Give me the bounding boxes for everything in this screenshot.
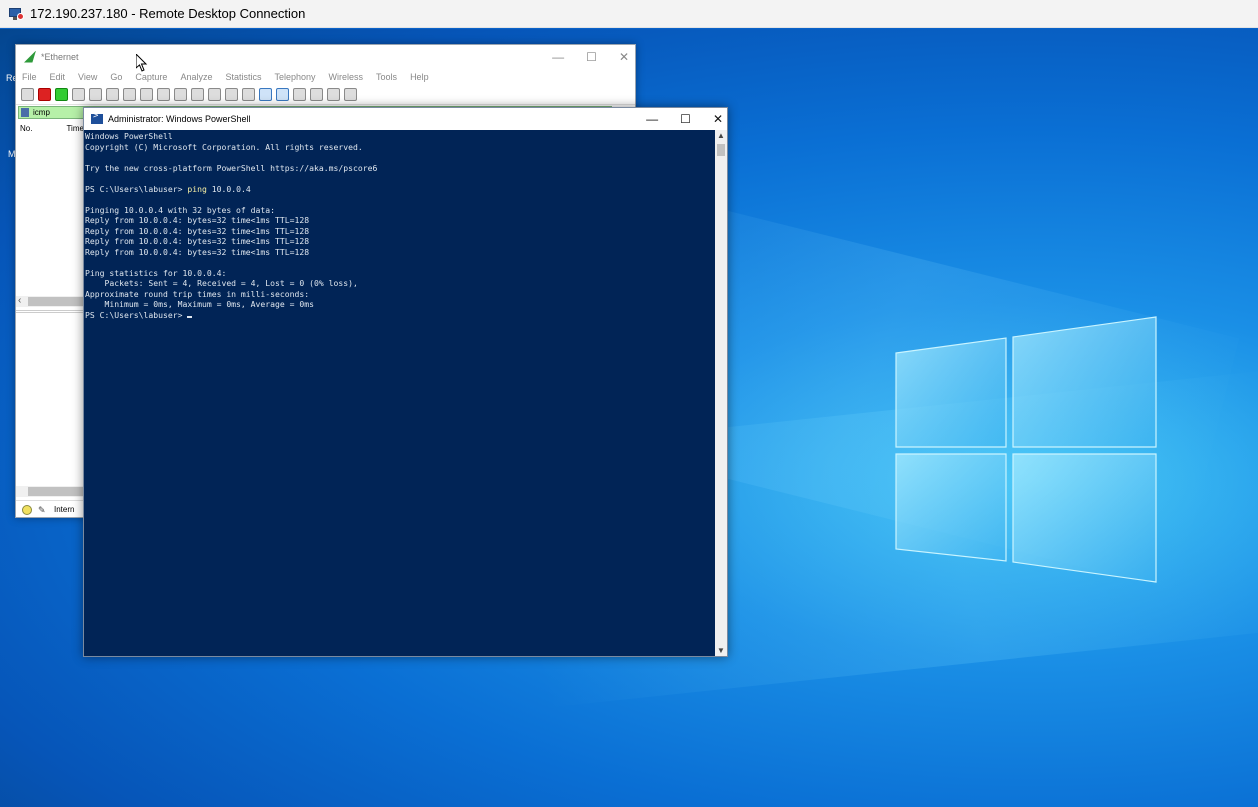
console-line: Reply from 10.0.0.4: bytes=32 time<1ms T… [85,236,310,246]
wireshark-fin-icon [24,50,36,63]
open-file-icon[interactable] [89,88,102,101]
console-line: Minimum = 0ms, Maximum = 0ms, Average = … [85,299,315,309]
first-packet-icon[interactable] [225,88,238,101]
find-packet-icon[interactable] [157,88,170,101]
scrollbar-thumb[interactable] [28,487,84,496]
console-command: ping [187,183,207,194]
console-command-arg: 10.0.0.4 [206,183,251,194]
capture-options-icon[interactable] [72,88,85,101]
console-line: Reply from 10.0.0.4: bytes=32 time<1ms T… [85,225,310,236]
console-line: Try the new cross-platform PowerShell ht… [85,162,378,173]
go-back-icon[interactable] [174,88,187,101]
maximize-button[interactable]: ☐ [586,50,597,64]
capture-comment-icon[interactable]: ✎ [38,505,48,515]
packet-list-scrollbar[interactable]: ‹ [16,295,84,307]
wireshark-title-bar[interactable]: *Ethernet — ☐ ✕ [16,45,635,68]
close-button[interactable]: ✕ [713,112,723,126]
scroll-down-icon[interactable]: ▼ [717,646,725,655]
scrollbar-thumb[interactable] [717,144,725,156]
start-capture-icon[interactable] [21,88,34,101]
status-interface-text: Intern [54,505,75,514]
menu-file[interactable]: File [22,72,37,82]
logo-pane [1012,316,1157,448]
resize-columns-icon[interactable] [344,88,357,101]
menu-edit[interactable]: Edit [50,72,66,82]
column-no[interactable]: No. [20,124,32,136]
menu-statistics[interactable]: Statistics [225,72,261,82]
pane-splitter[interactable] [16,310,84,313]
column-time[interactable]: Time [66,124,83,136]
wireshark-status-bar: ✎ Intern [16,500,84,518]
console-line: Windows PowerShell [85,131,173,141]
close-button[interactable]: ✕ [619,50,629,64]
windows-logo-wallpaper [895,316,1157,583]
logo-pane [895,337,1007,448]
logo-pane [1012,453,1157,583]
minimize-button[interactable]: — [552,50,564,64]
scroll-left-icon[interactable]: ‹ [18,295,21,306]
save-file-icon[interactable] [106,88,119,101]
console-line: Packets: Sent = 4, Received = 4, Lost = … [85,278,358,288]
powershell-window[interactable]: Administrator: Windows PowerShell — ☐ ✕ … [83,107,728,657]
mouse-pointer-icon [136,54,148,72]
zoom-out-icon[interactable] [310,88,323,101]
console-prompt: PS C:\Users\labuser> [85,309,188,320]
console-line: Copyright (C) Microsoft Corporation. All… [85,141,363,152]
console-line: Reply from 10.0.0.4: bytes=32 time<1ms T… [85,215,310,225]
packet-list-header: No. Time [18,124,84,136]
menu-tools[interactable]: Tools [376,72,397,82]
rdp-window-title: 172.190.237.180 - Remote Desktop Connect… [30,6,306,21]
go-forward-icon[interactable] [191,88,204,101]
menu-capture[interactable]: Capture [135,72,167,82]
maximize-button[interactable]: ☐ [680,112,691,126]
console-scrollbar[interactable]: ▲ ▼ [715,130,727,656]
powershell-icon [91,111,103,124]
zoom-in-icon[interactable] [293,88,306,101]
reload-file-icon[interactable] [140,88,153,101]
stop-capture-icon[interactable] [38,88,51,101]
wireshark-window-title: *Ethernet [41,51,79,62]
console-line: Approximate round trip times in milli-se… [85,288,310,299]
powershell-window-title: Administrator: Windows PowerShell [108,114,251,124]
close-file-icon[interactable] [123,88,136,101]
display-filter-value: icmp [33,108,50,117]
menu-telephony[interactable]: Telephony [274,72,315,82]
console-line: Ping statistics for 10.0.0.4: [85,267,227,278]
console-prompt: PS C:\Users\labuser> [85,183,188,194]
scroll-up-icon[interactable]: ▲ [717,131,725,140]
powershell-title-bar[interactable]: Administrator: Windows PowerShell — ☐ ✕ [84,108,727,130]
restart-capture-icon[interactable] [55,88,68,101]
go-to-packet-icon[interactable] [208,88,221,101]
autoscroll-icon[interactable] [259,88,272,101]
expert-info-icon[interactable] [22,504,32,515]
bookmark-icon[interactable] [21,108,29,117]
logo-pane [895,453,1007,562]
scrollbar-thumb[interactable] [28,297,84,306]
console-line: Reply from 10.0.0.4: bytes=32 time<1ms T… [85,246,310,257]
menu-analyze[interactable]: Analyze [180,72,212,82]
last-packet-icon[interactable] [242,88,255,101]
normal-size-icon[interactable] [327,88,340,101]
menu-wireless[interactable]: Wireless [329,72,364,82]
menu-go[interactable]: Go [110,72,122,82]
menu-help[interactable]: Help [410,72,429,82]
text-cursor [187,315,193,318]
colorize-icon[interactable] [276,88,289,101]
remote-desktop-icon [8,6,24,22]
packet-details-scrollbar[interactable] [16,486,84,497]
minimize-button[interactable]: — [646,112,658,126]
console-line: Pinging 10.0.0.4 with 32 bytes of data: [85,204,276,215]
wireshark-toolbar [16,85,635,105]
wireshark-menu-bar: File Edit View Go Capture Analyze Statis… [16,68,635,85]
menu-view[interactable]: View [78,72,97,82]
console-output[interactable]: Windows PowerShell Copyright (C) Microso… [84,130,716,656]
rdp-title-bar: 172.190.237.180 - Remote Desktop Connect… [0,0,1258,28]
